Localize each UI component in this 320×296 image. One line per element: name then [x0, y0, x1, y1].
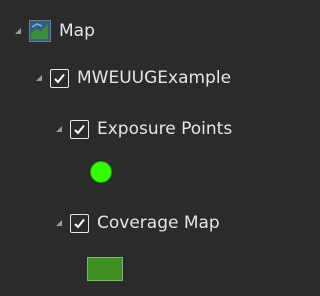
layer-visibility-checkbox[interactable]	[70, 213, 89, 233]
tree-item-label: Exposure Points	[97, 119, 233, 139]
expand-chevron-icon[interactable]	[15, 28, 21, 34]
tree-item-coverage-map[interactable]: Coverage Map	[56, 208, 220, 238]
expand-chevron-icon[interactable]	[56, 126, 62, 132]
checkmark-icon	[74, 218, 85, 228]
checkmark-icon	[54, 73, 65, 83]
expand-chevron-icon[interactable]	[56, 220, 62, 226]
tree-item-layer[interactable]: MWEUUGExample	[36, 63, 231, 93]
expand-chevron-icon[interactable]	[36, 75, 42, 81]
layer-visibility-checkbox[interactable]	[50, 68, 69, 88]
tree-item-label: Map	[59, 21, 95, 41]
tree-item-label: MWEUUGExample	[77, 68, 232, 88]
tree-item-exposure-points[interactable]: Exposure Points	[56, 114, 232, 144]
layer-visibility-checkbox[interactable]	[70, 119, 89, 139]
checkmark-icon	[74, 124, 85, 134]
map-icon	[29, 20, 51, 42]
tree-item-label: Coverage Map	[97, 213, 220, 233]
green-rectangle-symbol	[87, 257, 123, 281]
green-circle-symbol	[90, 161, 112, 183]
tree-item-map[interactable]: Map	[15, 16, 95, 46]
